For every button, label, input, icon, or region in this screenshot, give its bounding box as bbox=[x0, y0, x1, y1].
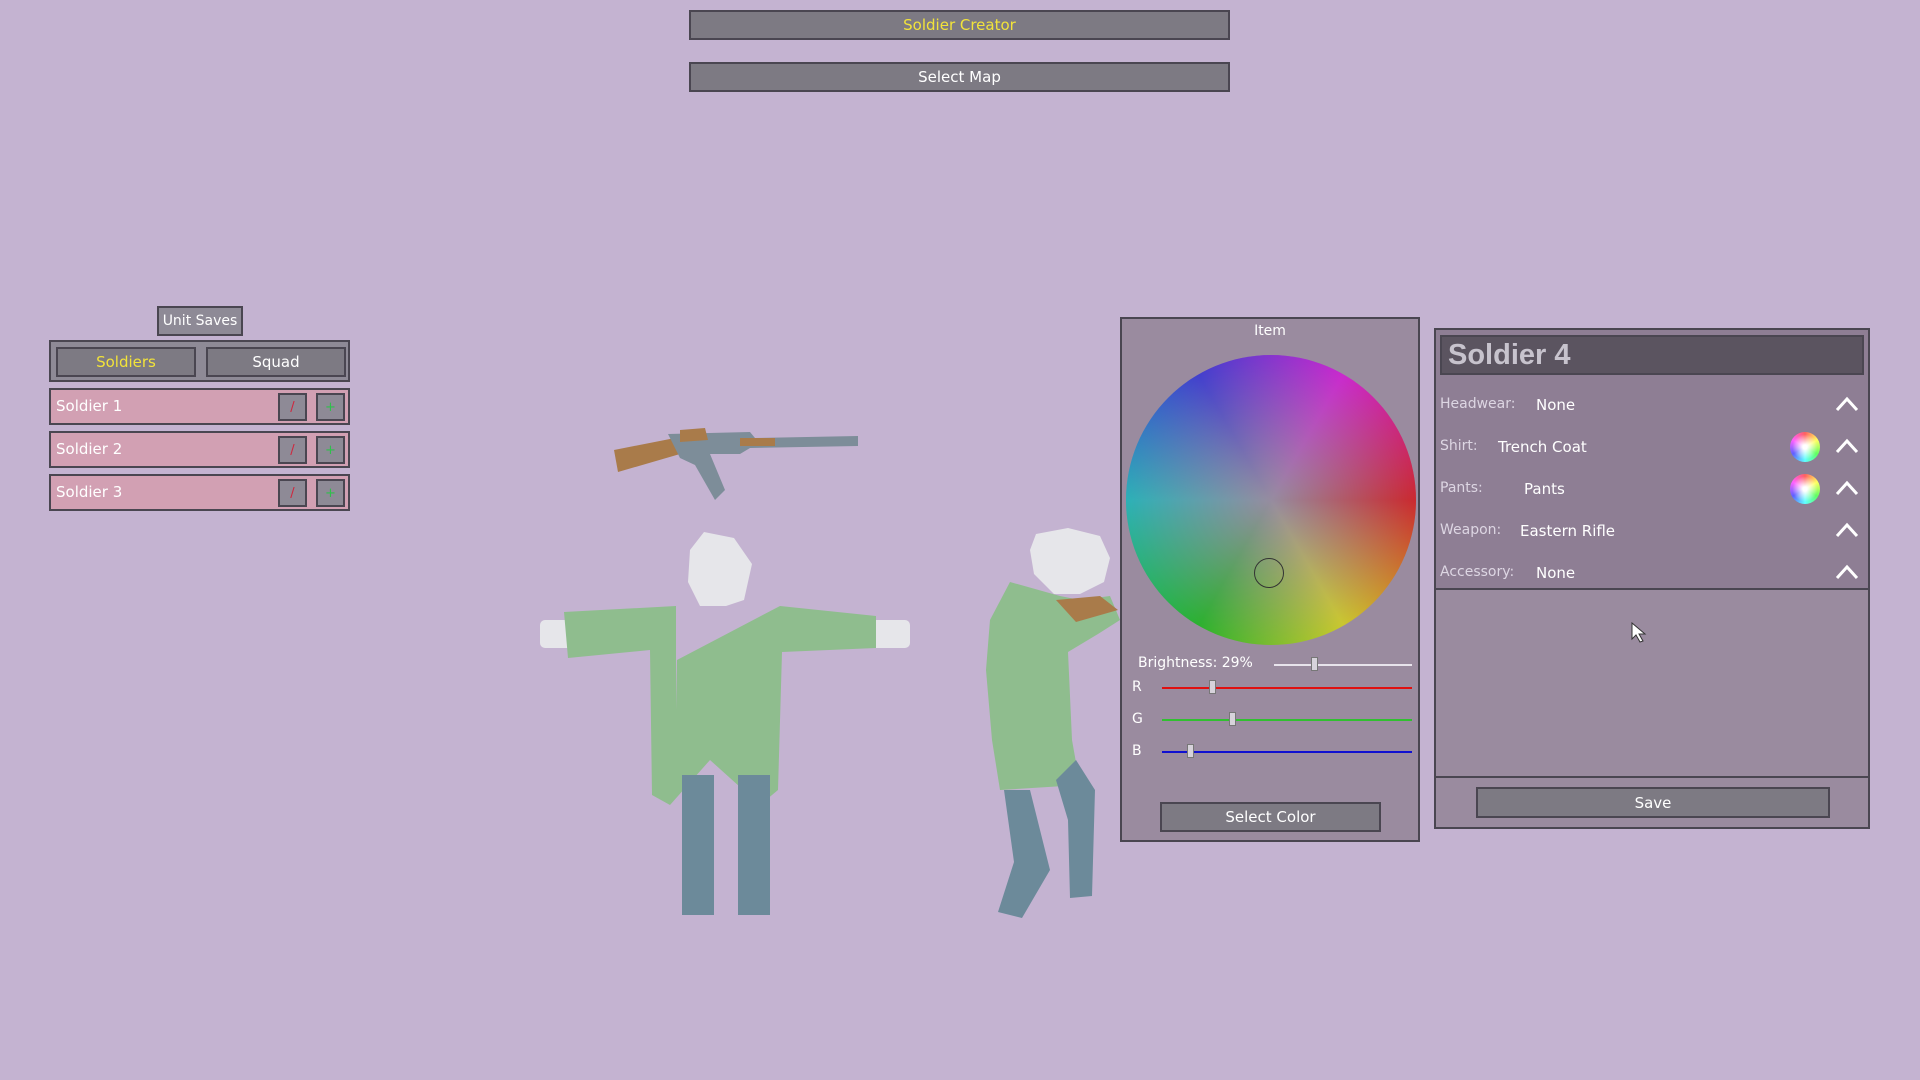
brightness-label: Brightness: 29% bbox=[1138, 655, 1253, 671]
attribute-list: Soldier 4 Headwear: None Shirt: Trench Coat… bbox=[1436, 330, 1868, 590]
tab-squad[interactable]: Squad bbox=[206, 347, 346, 377]
soldier-creator-button[interactable]: Soldier Creator bbox=[689, 10, 1230, 40]
color-wheel-cursor[interactable] bbox=[1254, 558, 1284, 588]
color-wheel-icon[interactable] bbox=[1790, 474, 1820, 504]
channel-track[interactable] bbox=[1162, 719, 1412, 721]
attribute-value[interactable]: Pants bbox=[1524, 480, 1565, 498]
attribute-value[interactable]: None bbox=[1536, 396, 1575, 414]
save-row[interactable]: Soldier 3 / + bbox=[49, 474, 350, 511]
chevron-up-icon[interactable] bbox=[1834, 477, 1860, 499]
add-icon[interactable]: + bbox=[316, 436, 345, 464]
save-name: Soldier 1 bbox=[56, 397, 123, 415]
soldier-viewport[interactable] bbox=[520, 410, 1140, 930]
save-name: Soldier 3 bbox=[56, 483, 123, 501]
channel-slider-thumb[interactable] bbox=[1186, 744, 1194, 758]
soldier-model-side bbox=[986, 528, 1120, 918]
chevron-up-icon[interactable] bbox=[1834, 561, 1860, 583]
attribute-row: Shirt: Trench Coat bbox=[1440, 432, 1864, 462]
mouse-pointer-icon bbox=[1631, 622, 1647, 643]
channel-label: G bbox=[1132, 711, 1143, 727]
color-picker-title: Item bbox=[1254, 323, 1286, 339]
save-row[interactable]: Soldier 2 / + bbox=[49, 431, 350, 468]
attribute-label: Headwear: bbox=[1440, 396, 1516, 412]
select-map-button[interactable]: Select Map bbox=[689, 62, 1230, 92]
attribute-label: Accessory: bbox=[1440, 564, 1515, 580]
edit-icon[interactable]: / bbox=[278, 479, 307, 507]
unit-saves-tab[interactable]: Unit Saves bbox=[157, 306, 243, 336]
attribute-value[interactable]: None bbox=[1536, 564, 1575, 582]
soldier-name-field[interactable]: Soldier 4 bbox=[1440, 335, 1864, 375]
edit-icon[interactable]: / bbox=[278, 393, 307, 421]
select-color-button[interactable]: Select Color bbox=[1160, 802, 1381, 832]
save-row[interactable]: Soldier 1 / + bbox=[49, 388, 350, 425]
add-icon[interactable]: + bbox=[316, 479, 345, 507]
soldier-editor-panel: Soldier 4 Headwear: None Shirt: Trench Coat… bbox=[1434, 328, 1870, 829]
attribute-label: Pants: bbox=[1440, 480, 1483, 496]
saves-tab-bar: Soldiers Squad bbox=[49, 340, 350, 382]
chevron-up-icon[interactable] bbox=[1834, 435, 1860, 457]
tab-soldiers[interactable]: Soldiers bbox=[56, 347, 196, 377]
save-button[interactable]: Save bbox=[1476, 787, 1830, 818]
color-wheel-shade bbox=[1126, 355, 1416, 645]
edit-icon[interactable]: / bbox=[278, 436, 307, 464]
editor-empty-area bbox=[1436, 590, 1868, 778]
channel-label: R bbox=[1132, 679, 1142, 695]
attribute-row: Weapon: Eastern Rifle bbox=[1440, 516, 1864, 546]
rifle-model bbox=[614, 428, 858, 500]
channel-track[interactable] bbox=[1162, 751, 1412, 753]
attribute-value[interactable]: Eastern Rifle bbox=[1520, 522, 1615, 540]
brightness-track[interactable] bbox=[1274, 664, 1412, 666]
color-wheel-icon[interactable] bbox=[1790, 432, 1820, 462]
soldier-model-front bbox=[540, 532, 910, 915]
brightness-slider-thumb[interactable] bbox=[1311, 657, 1319, 671]
channel-slider-thumb[interactable] bbox=[1229, 712, 1236, 726]
chevron-up-icon[interactable] bbox=[1834, 519, 1860, 541]
add-icon[interactable]: + bbox=[316, 393, 345, 421]
attribute-label: Shirt: bbox=[1440, 438, 1478, 454]
channel-slider-thumb[interactable] bbox=[1209, 680, 1216, 694]
attribute-label: Weapon: bbox=[1440, 522, 1502, 538]
attribute-row: Headwear: None bbox=[1440, 390, 1864, 420]
chevron-up-icon[interactable] bbox=[1834, 393, 1860, 415]
channel-track[interactable] bbox=[1162, 687, 1412, 689]
save-name: Soldier 2 bbox=[56, 440, 123, 458]
attribute-row: Pants: Pants bbox=[1440, 474, 1864, 504]
color-picker-panel: Item Brightness: 29% RGB Select Color bbox=[1120, 317, 1420, 842]
color-wheel[interactable] bbox=[1126, 355, 1416, 645]
attribute-value[interactable]: Trench Coat bbox=[1498, 438, 1587, 456]
channel-label: B bbox=[1132, 743, 1142, 759]
attribute-row: Accessory: None bbox=[1440, 558, 1864, 588]
